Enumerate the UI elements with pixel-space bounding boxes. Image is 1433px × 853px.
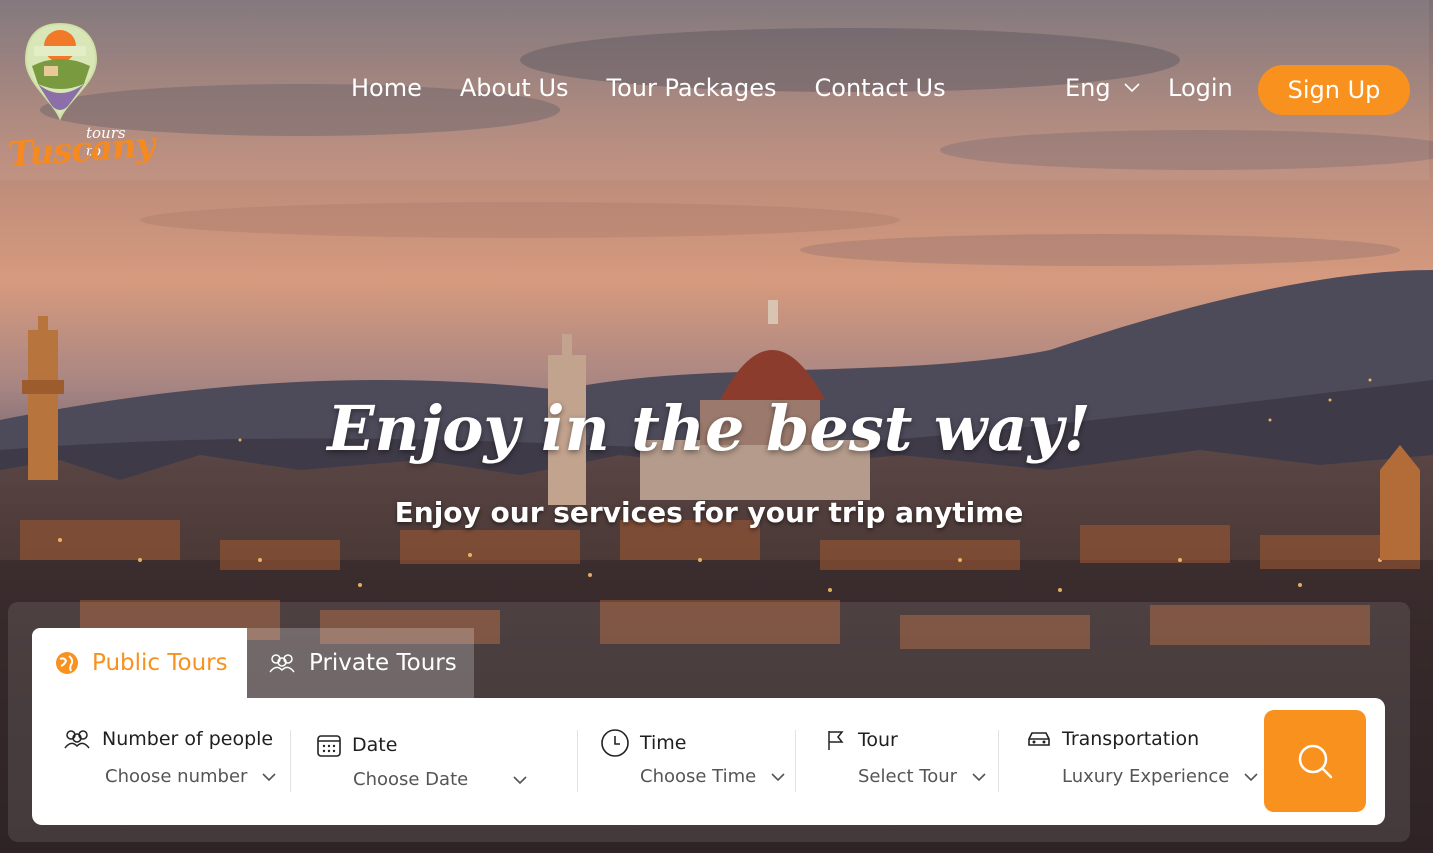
tab-private-tours-label: Private Tours [309,650,457,676]
tour-select[interactable]: Select Tour [858,766,987,787]
field-label: Tour [858,729,898,751]
field-label: Transportation [1062,728,1200,750]
nav-contact-us[interactable]: Contact Us [815,74,946,108]
tab-public-tours-label: Public Tours [92,650,228,676]
search-icon [1298,744,1333,779]
chevron-down-icon [972,772,986,781]
nav-about-us[interactable]: About Us [460,74,569,108]
select-value: Choose Time [640,766,757,787]
car-icon [1028,732,1050,746]
globe-icon [56,652,78,674]
select-value: Choose number [105,766,248,787]
field-date: Date [316,732,397,758]
field-divider [577,730,578,792]
language-selector[interactable]: Eng [1065,74,1141,102]
field-number-of-people: Number of people [62,728,273,750]
chevron-down-icon [1124,83,1140,93]
select-value: Choose Date [353,769,469,790]
chevron-down-icon [262,772,277,781]
field-divider [998,730,999,792]
nav-home[interactable]: Home [351,74,422,108]
field-label: Time [640,732,687,754]
language-label: Eng [1065,74,1111,102]
field-transportation: Transportation [1026,728,1199,750]
chevron-down-icon [1244,772,1258,781]
field-label: Number of people [102,728,274,750]
field-divider [290,730,291,792]
hero-subheadline: Enjoy our services for your trip anytime [394,496,1024,529]
date-picker[interactable]: Choose Date [353,769,528,790]
calendar-icon [317,735,341,757]
number-of-people-select[interactable]: Choose number [105,766,277,787]
chevron-down-icon [771,772,785,781]
field-tour: Tour [824,728,898,752]
hero-headline: Enjoy in the best way! [327,392,1091,465]
transportation-select[interactable]: Luxury Experience [1062,766,1259,787]
login-link[interactable]: Login [1168,74,1233,102]
group-icon [269,654,295,673]
field-time: Time [600,728,687,758]
flag-icon [828,731,844,750]
people-icon [64,730,90,749]
search-button[interactable] [1264,710,1366,812]
clock-icon [601,729,629,757]
tab-private-tours[interactable]: Private Tours [247,628,474,698]
select-value: Luxury Experience [1062,766,1230,787]
site-logo[interactable]: tours to Tuscany [4,22,155,175]
chevron-down-icon [513,775,527,784]
tab-public-tours[interactable]: Public Tours [32,628,247,698]
site-header: tours to Tuscany Home About Us Tour Pack… [0,0,1429,180]
main-nav: Home About Us Tour Packages Contact Us [351,74,946,108]
select-value: Select Tour [858,766,958,787]
signup-button[interactable]: Sign Up [1258,65,1410,115]
nav-tour-packages[interactable]: Tour Packages [607,74,777,108]
search-form: Number of people Choose number Date Choo… [32,698,1385,825]
field-divider [795,730,796,792]
field-label: Date [352,734,398,756]
time-select[interactable]: Choose Time [640,766,786,787]
